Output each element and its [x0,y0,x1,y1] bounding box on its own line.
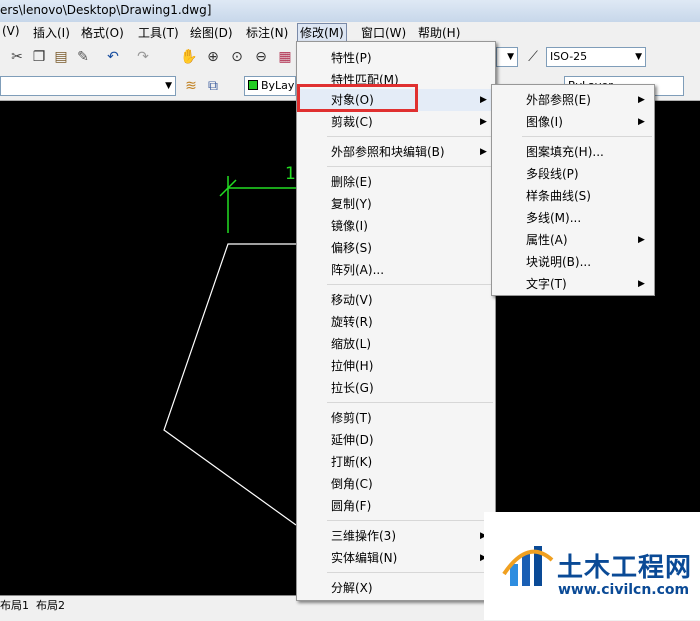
menu-item-chamfer[interactable]: 倒角(C) [297,473,495,495]
menu-separator [327,284,493,285]
menu-separator [522,136,652,137]
submenu-item-hatch[interactable]: 图案填充(H)... [492,141,654,163]
zoom-previous-icon[interactable]: ⊖ [252,48,270,66]
dimension-style-icon[interactable]: ⟋ [524,48,542,66]
menu-modify[interactable]: 修改(M) [297,23,347,42]
menu-item-scale[interactable]: 缩放(L) [297,333,495,355]
layer-dropdown[interactable]: ByLay [244,76,296,96]
menu-item-stretch[interactable]: 拉伸(H) [297,355,495,377]
layer-manager-icon[interactable]: ⧉ [204,77,222,95]
menu-separator [327,402,493,403]
text-style-dropdown[interactable]: ▼ [496,47,518,67]
submenu-item-multiline[interactable]: 多线(M)... [492,207,654,229]
modify-menu: 特性(P) 特性匹配(M) 对象(O) ▶ 剪裁(C) ▶ 外部参照和块编辑(B) ▶… [296,41,496,601]
menu-item-trim[interactable]: 修剪(T) [297,407,495,429]
menu-item-rotate[interactable]: 旋转(R) [297,311,495,333]
workspace-dropdown[interactable]: ▼ [0,76,176,96]
zoom-window-icon[interactable]: ⊙ [228,48,246,66]
menu-item-lengthen[interactable]: 拉长(G) [297,377,495,399]
menu-item-extend[interactable]: 延伸(D) [297,429,495,451]
menu-item-move[interactable]: 移动(V) [297,289,495,311]
submenu-item-image[interactable]: 图像(I) ▶ [492,111,654,133]
menu-tools[interactable]: 工具(T) [136,24,181,41]
menu-item-xref-block-edit[interactable]: 外部参照和块编辑(B) ▶ [297,141,495,163]
copy-icon[interactable]: ❐ [30,48,48,66]
menu-item-copy[interactable]: 复制(Y) [297,193,495,215]
object-submenu: 外部参照(E) ▶ 图像(I) ▶ 图案填充(H)... 多段线(P) 样条曲线(S… [491,84,655,296]
polyline-shape[interactable] [163,243,297,526]
paste-icon[interactable]: ▤ [52,48,70,66]
layer-previous-icon[interactable]: ≋ [182,77,200,95]
submenu-arrow-icon: ▶ [480,117,487,127]
menu-separator [327,520,493,521]
watermark-url: www.civilcn.com [558,582,690,598]
menu-item-mirror[interactable]: 镜像(I) [297,215,495,237]
submenu-arrow-icon: ▶ [480,95,487,105]
layer-value: ByLay [261,79,295,92]
menu-draw[interactable]: 绘图(D) [188,24,235,41]
menu-window[interactable]: 窗口(W) [359,24,408,41]
menu-view[interactable]: (V) [0,24,22,38]
menu-item-explode[interactable]: 分解(X) [297,577,495,599]
cut-icon[interactable]: ✂ [8,48,26,66]
dimension-text: 1 [285,164,296,184]
submenu-item-text[interactable]: 文字(T) ▶ [492,273,654,295]
menu-item-fillet[interactable]: 圆角(F) [297,495,495,517]
menu-item-array[interactable]: 阵列(A)... [297,259,495,281]
submenu-arrow-icon: ▶ [638,117,645,127]
redo-icon[interactable]: ↷ [134,48,152,66]
menu-item-3d-operations[interactable]: 三维操作(3)▶ [297,525,495,547]
highlight-box [297,84,418,112]
submenu-item-xref[interactable]: 外部参照(E) ▶ [492,89,654,111]
submenu-item-polyline[interactable]: 多段线(P) [492,163,654,185]
menu-item-break[interactable]: 打断(K) [297,451,495,473]
match-properties-icon[interactable]: ✎ [74,48,92,66]
menu-separator [327,572,493,573]
zoom-realtime-icon[interactable]: ⊕ [204,48,222,66]
submenu-item-spline[interactable]: 样条曲线(S) [492,185,654,207]
submenu-arrow-icon: ▶ [638,95,645,105]
dimension-style-value: ISO-25 [550,50,588,63]
submenu-arrow-icon: ▶ [480,147,487,157]
menu-item-clip[interactable]: 剪裁(C) ▶ [297,111,495,133]
submenu-arrow-icon: ▶ [638,235,645,245]
menu-insert[interactable]: 插入(I) [31,24,72,41]
title-bar: ers\lenovo\Desktop\Drawing1.dwg] [0,0,700,23]
undo-icon[interactable]: ↶ [104,48,122,66]
window-title: ers\lenovo\Desktop\Drawing1.dwg] [0,3,212,17]
menu-bar: (V) 插入(I) 格式(O) 工具(T) 绘图(D) 标注(N) 修改(M) … [0,22,700,43]
properties-icon[interactable]: ▦ [276,48,294,66]
menu-item-solid-editing[interactable]: 实体编辑(N)▶ [297,547,495,569]
menu-separator [327,166,493,167]
tab-layout1[interactable]: 布局1 [0,597,29,613]
menu-dimension[interactable]: 标注(N) [244,24,290,41]
menu-item-offset[interactable]: 偏移(S) [297,237,495,259]
layer-color-swatch [248,80,258,90]
pan-icon[interactable]: ✋ [180,48,198,66]
watermark-logo [502,546,554,586]
menu-format[interactable]: 格式(O) [79,24,126,41]
dimension-style-dropdown[interactable]: ISO-25 ▼ [546,47,646,67]
submenu-arrow-icon: ▶ [638,279,645,289]
submenu-item-attribute[interactable]: 属性(A) ▶ [492,229,654,251]
submenu-item-block-description[interactable]: 块说明(B)... [492,251,654,273]
menu-item-properties[interactable]: 特性(P) [297,47,495,69]
menu-item-erase[interactable]: 删除(E) [297,171,495,193]
menu-help[interactable]: 帮助(H) [416,24,462,41]
menu-separator [327,136,493,137]
watermark-name: 土木工程网 [557,553,693,583]
tab-layout2[interactable]: 布局2 [36,597,65,613]
